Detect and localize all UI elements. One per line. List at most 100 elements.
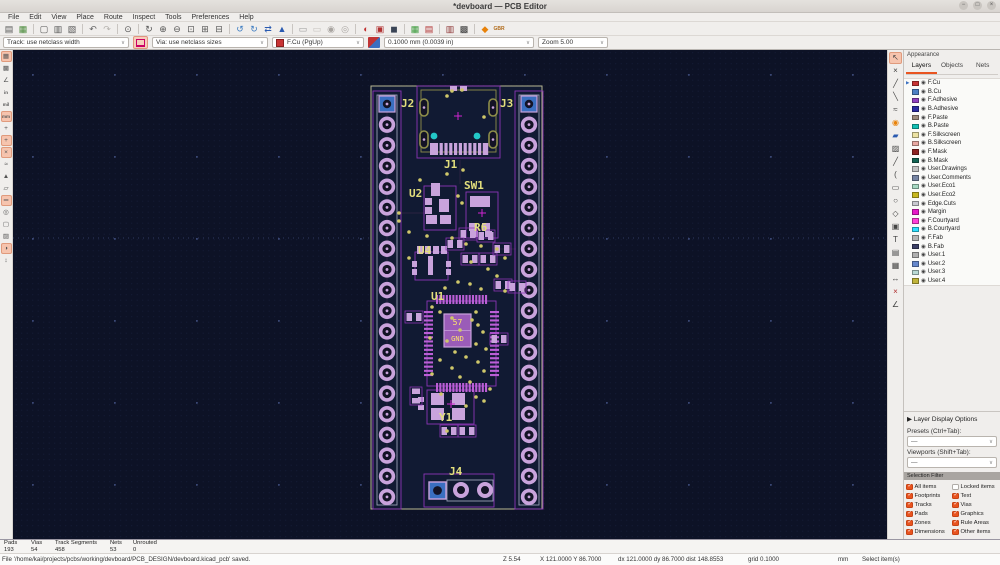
find[interactable]: ⊙ bbox=[122, 23, 134, 35]
layer-color-swatch[interactable] bbox=[912, 157, 919, 164]
sep1[interactable] bbox=[33, 23, 34, 34]
select-tool[interactable]: ↖ bbox=[889, 52, 902, 64]
redo[interactable]: ↷ bbox=[101, 23, 113, 35]
add-rule-area[interactable]: ▨ bbox=[889, 143, 902, 155]
plugin[interactable]: ◆ bbox=[479, 23, 491, 35]
layer-row[interactable]: ◉ B.Paste bbox=[906, 122, 1000, 131]
layer-color-swatch[interactable] bbox=[912, 114, 919, 121]
appearance-tab[interactable]: Layers bbox=[906, 60, 937, 74]
layer-row[interactable]: ◉ B.Mask bbox=[906, 156, 1000, 165]
layer-pair-icon[interactable] bbox=[368, 37, 380, 48]
layer-row[interactable]: ◉ F.Cu bbox=[906, 79, 1000, 88]
measure-tool[interactable]: ∠ bbox=[889, 299, 902, 311]
layer-color-swatch[interactable] bbox=[912, 218, 919, 224]
checkbox[interactable] bbox=[952, 519, 959, 527]
layer-visibility-eye-icon[interactable]: ◉ bbox=[921, 175, 926, 181]
checkbox[interactable] bbox=[906, 483, 913, 491]
layer-color-swatch[interactable] bbox=[912, 183, 919, 190]
mirror[interactable]: ▲ bbox=[276, 23, 288, 35]
presets-select[interactable]: — ∨ bbox=[907, 436, 997, 447]
undo[interactable]: ↶ bbox=[87, 23, 99, 35]
selection-filter-item[interactable]: Zones bbox=[906, 519, 952, 527]
draw-arc[interactable]: ( bbox=[889, 169, 902, 181]
rotate-ccw[interactable]: ↺ bbox=[234, 23, 246, 35]
layer-color-swatch[interactable] bbox=[912, 89, 919, 95]
zoom-fit[interactable]: ⊡ bbox=[185, 23, 197, 35]
high-contrast-mode[interactable]: ◑ bbox=[0, 243, 12, 254]
close-button[interactable]: × bbox=[987, 1, 996, 10]
checkbox[interactable] bbox=[906, 492, 913, 500]
selection-filter-item[interactable]: Text bbox=[952, 492, 998, 500]
silkscreen-ref-U4[interactable]: U4 bbox=[418, 244, 432, 257]
layer-color-swatch[interactable] bbox=[912, 261, 919, 267]
layer-visibility-eye-icon[interactable]: ◉ bbox=[921, 140, 926, 146]
active-layer-select[interactable]: F.Cu (PgUp) ∨ bbox=[272, 37, 364, 48]
toggle-grid[interactable]: ▦ bbox=[0, 51, 12, 62]
layer-visibility-eye-icon[interactable]: ◉ bbox=[921, 209, 926, 215]
silkscreen-ref-U1[interactable]: U1 bbox=[431, 290, 445, 303]
full-window-crosshair[interactable]: + bbox=[0, 135, 12, 146]
layer-color-swatch[interactable] bbox=[912, 175, 919, 181]
titlebar[interactable]: *devboard — PCB Editor − □ × bbox=[0, 0, 1000, 13]
units-mm[interactable]: mm bbox=[0, 111, 12, 122]
layer-row[interactable]: ◉ F.Fab bbox=[906, 234, 1000, 243]
checkbox[interactable] bbox=[952, 510, 959, 518]
add-reference-image[interactable]: ▣ bbox=[889, 221, 902, 233]
layer-display-options-toggle[interactable]: ▶ Layer Display Options bbox=[904, 411, 1000, 426]
zoom-out[interactable]: ⊖ bbox=[171, 23, 183, 35]
layer-row[interactable]: ◉ F.Courtyard bbox=[906, 217, 1000, 226]
silkscreen-ref-R6[interactable]: R6 bbox=[474, 221, 488, 234]
add-dimension[interactable]: ↔ bbox=[889, 273, 902, 285]
layer-row[interactable]: ◉ User.3 bbox=[906, 268, 1000, 277]
ungroup[interactable]: ▭ bbox=[311, 23, 323, 35]
rotate-cw[interactable]: ↻ bbox=[248, 23, 260, 35]
local-ratsnest[interactable]: × bbox=[889, 65, 902, 77]
selection-filter-item[interactable]: All items bbox=[906, 483, 952, 491]
add-textbox[interactable]: ▤ bbox=[889, 247, 902, 259]
layer-row[interactable]: ◉ B.Courtyard bbox=[906, 225, 1000, 234]
layer-row[interactable]: ◉ Edge.Cuts bbox=[906, 199, 1000, 208]
cross-probe[interactable]: ▥ bbox=[444, 23, 456, 35]
flip[interactable]: ⇄ bbox=[262, 23, 274, 35]
silkscreen-ref-J4[interactable]: J4 bbox=[449, 465, 463, 478]
highlight-nets[interactable]: ▲ bbox=[1, 171, 12, 182]
menu-item[interactable]: Edit bbox=[24, 14, 46, 21]
checkbox[interactable] bbox=[906, 501, 913, 509]
group[interactable]: ▭ bbox=[297, 23, 309, 35]
layer-color-swatch[interactable] bbox=[912, 192, 919, 198]
layer-color-swatch[interactable] bbox=[912, 132, 919, 138]
via-size-select[interactable]: Via: use netclass sizes ∨ bbox=[152, 37, 268, 48]
layer-row[interactable]: ◉ User.Eco2 bbox=[906, 191, 1000, 200]
layer-visibility-eye-icon[interactable]: ◉ bbox=[921, 261, 926, 267]
silkscreen-ref-J1[interactable]: J1 bbox=[444, 158, 458, 171]
minimize-button[interactable]: − bbox=[959, 1, 968, 10]
layer-row[interactable]: ◉ User.1 bbox=[906, 251, 1000, 260]
layer-visibility-eye-icon[interactable]: ◉ bbox=[921, 80, 926, 86]
viewports-select[interactable]: — ∨ bbox=[907, 457, 997, 468]
layer-visibility-eye-icon[interactable]: ◉ bbox=[921, 106, 926, 112]
zoom-fit-objects[interactable]: ⊞ bbox=[199, 23, 211, 35]
layer-visibility-eye-icon[interactable]: ◉ bbox=[921, 252, 926, 258]
layer-color-swatch[interactable] bbox=[912, 80, 919, 87]
silkscreen-ref-Y1[interactable]: Y1 bbox=[439, 411, 453, 424]
checkbox[interactable] bbox=[906, 510, 913, 518]
layer-row[interactable]: ◉ F.Mask bbox=[906, 148, 1000, 157]
checkbox[interactable] bbox=[906, 519, 913, 527]
maximize-button[interactable]: □ bbox=[973, 1, 982, 10]
layer-row[interactable]: ◉ F.Silkscreen bbox=[906, 131, 1000, 140]
menu-item[interactable]: Route bbox=[99, 14, 128, 21]
layer-color-swatch[interactable] bbox=[912, 209, 919, 215]
flip-board-view[interactable]: ↕ bbox=[1, 255, 12, 266]
layer-color-swatch[interactable] bbox=[912, 123, 919, 130]
menu-item[interactable]: View bbox=[46, 14, 71, 21]
layer-row[interactable]: ◉ B.Adhesive bbox=[906, 105, 1000, 114]
draw-circle[interactable]: ○ bbox=[889, 195, 902, 207]
layer-visibility-eye-icon[interactable]: ◉ bbox=[921, 226, 926, 232]
selection-filter-item[interactable]: Rule Areas bbox=[952, 519, 998, 527]
3d-viewer[interactable]: ◼ bbox=[388, 23, 400, 35]
layer-visibility-eye-icon[interactable]: ◉ bbox=[921, 244, 926, 250]
layer-color-swatch[interactable] bbox=[912, 226, 919, 233]
layer-color-swatch[interactable] bbox=[912, 200, 919, 207]
print[interactable]: ▥ bbox=[52, 23, 64, 35]
layer-row[interactable]: ◉ User.4 bbox=[906, 277, 1000, 286]
